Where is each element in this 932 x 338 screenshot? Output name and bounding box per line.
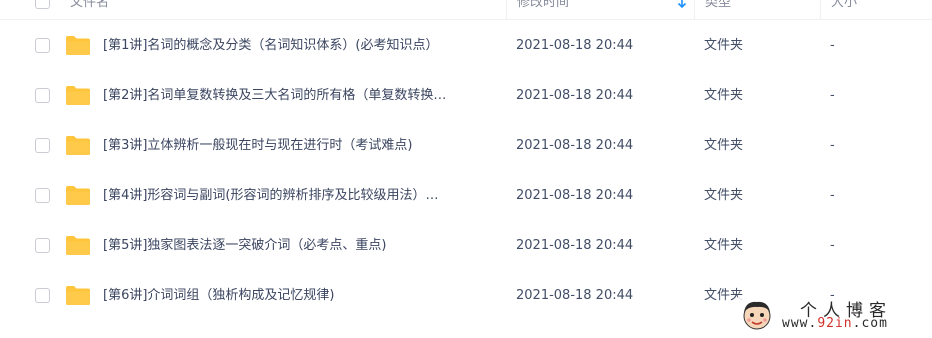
arrow-down-icon[interactable]	[677, 0, 687, 18]
folder-icon	[66, 36, 90, 55]
file-type: 文件夹	[704, 238, 744, 253]
column-header-name[interactable]: 文件名	[70, 0, 109, 20]
cartoon-face-logo	[743, 301, 771, 330]
file-name-link[interactable]: [第1讲]名词的概念及分类（名词知识体系）(必考知识点）	[103, 21, 498, 71]
folder-icon	[66, 136, 90, 155]
file-row[interactable]: [第4讲]形容词与副词(形容词的辨析排序及比较级用法）… 2021-08-18 …	[0, 171, 932, 221]
list-header: 文件名 修改时间 类型 大小	[0, 0, 932, 20]
column-header-type[interactable]: 类型	[694, 0, 820, 20]
select-all-checkbox[interactable]	[35, 0, 50, 9]
file-row[interactable]: [第2讲]名词单复数转换及三大名词的所有格（单复数转换… 2021-08-18 …	[0, 71, 932, 121]
folder-icon	[66, 86, 90, 105]
file-row[interactable]: [第1讲]名词的概念及分类（名词知识体系）(必考知识点） 2021-08-18 …	[0, 21, 932, 71]
file-row[interactable]: [第3讲]立体辨析一般现在时与现在进行时（考试难点) 2021-08-18 20…	[0, 121, 932, 171]
file-size: -	[830, 88, 835, 103]
row-checkbox[interactable]	[35, 188, 50, 203]
file-size: -	[830, 138, 835, 153]
file-name-link[interactable]: [第6讲]介词词组（独析构成及记忆规律)	[103, 271, 498, 321]
file-size: -	[830, 38, 835, 53]
file-type: 文件夹	[704, 88, 744, 103]
file-name-link[interactable]: [第3讲]立体辨析一般现在时与现在进行时（考试难点)	[103, 121, 498, 171]
file-name-link[interactable]: [第4讲]形容词与副词(形容词的辨析排序及比较级用法）…	[103, 171, 498, 221]
file-rows: [第1讲]名词的概念及分类（名词知识体系）(必考知识点） 2021-08-18 …	[0, 21, 932, 321]
row-checkbox[interactable]	[35, 38, 50, 53]
watermark: 个人博客 www.92in.com	[738, 296, 928, 336]
modified-time: 2021-08-18 20:44	[516, 288, 634, 303]
watermark-url: www.92in.com	[782, 316, 888, 331]
modified-time: 2021-08-18 20:44	[516, 138, 634, 153]
modified-time: 2021-08-18 20:44	[516, 188, 634, 203]
file-name-link[interactable]: [第5讲]独家图表法逐一突破介词（必考点、重点)	[103, 221, 498, 271]
file-type: 文件夹	[704, 188, 744, 203]
modified-time: 2021-08-18 20:44	[516, 88, 634, 103]
file-name-link[interactable]: [第2讲]名词单复数转换及三大名词的所有格（单复数转换…	[103, 71, 498, 121]
folder-icon	[66, 286, 90, 305]
file-size: -	[830, 188, 835, 203]
modified-time: 2021-08-18 20:44	[516, 238, 634, 253]
file-type: 文件夹	[704, 38, 744, 53]
row-checkbox[interactable]	[35, 238, 50, 253]
column-header-time[interactable]: 修改时间	[506, 0, 706, 20]
file-type: 文件夹	[704, 138, 744, 153]
file-size: -	[830, 238, 835, 253]
row-checkbox[interactable]	[35, 88, 50, 103]
column-header-size[interactable]: 大小	[820, 0, 932, 20]
folder-icon	[66, 236, 90, 255]
file-list-view: 文件名 修改时间 类型 大小 [第1讲]名词的概念及分类（名词知识体系）(必考知…	[0, 0, 932, 338]
row-checkbox[interactable]	[35, 138, 50, 153]
modified-time: 2021-08-18 20:44	[516, 38, 634, 53]
folder-icon	[66, 186, 90, 205]
file-row[interactable]: [第5讲]独家图表法逐一突破介词（必考点、重点) 2021-08-18 20:4…	[0, 221, 932, 271]
row-checkbox[interactable]	[35, 288, 50, 303]
